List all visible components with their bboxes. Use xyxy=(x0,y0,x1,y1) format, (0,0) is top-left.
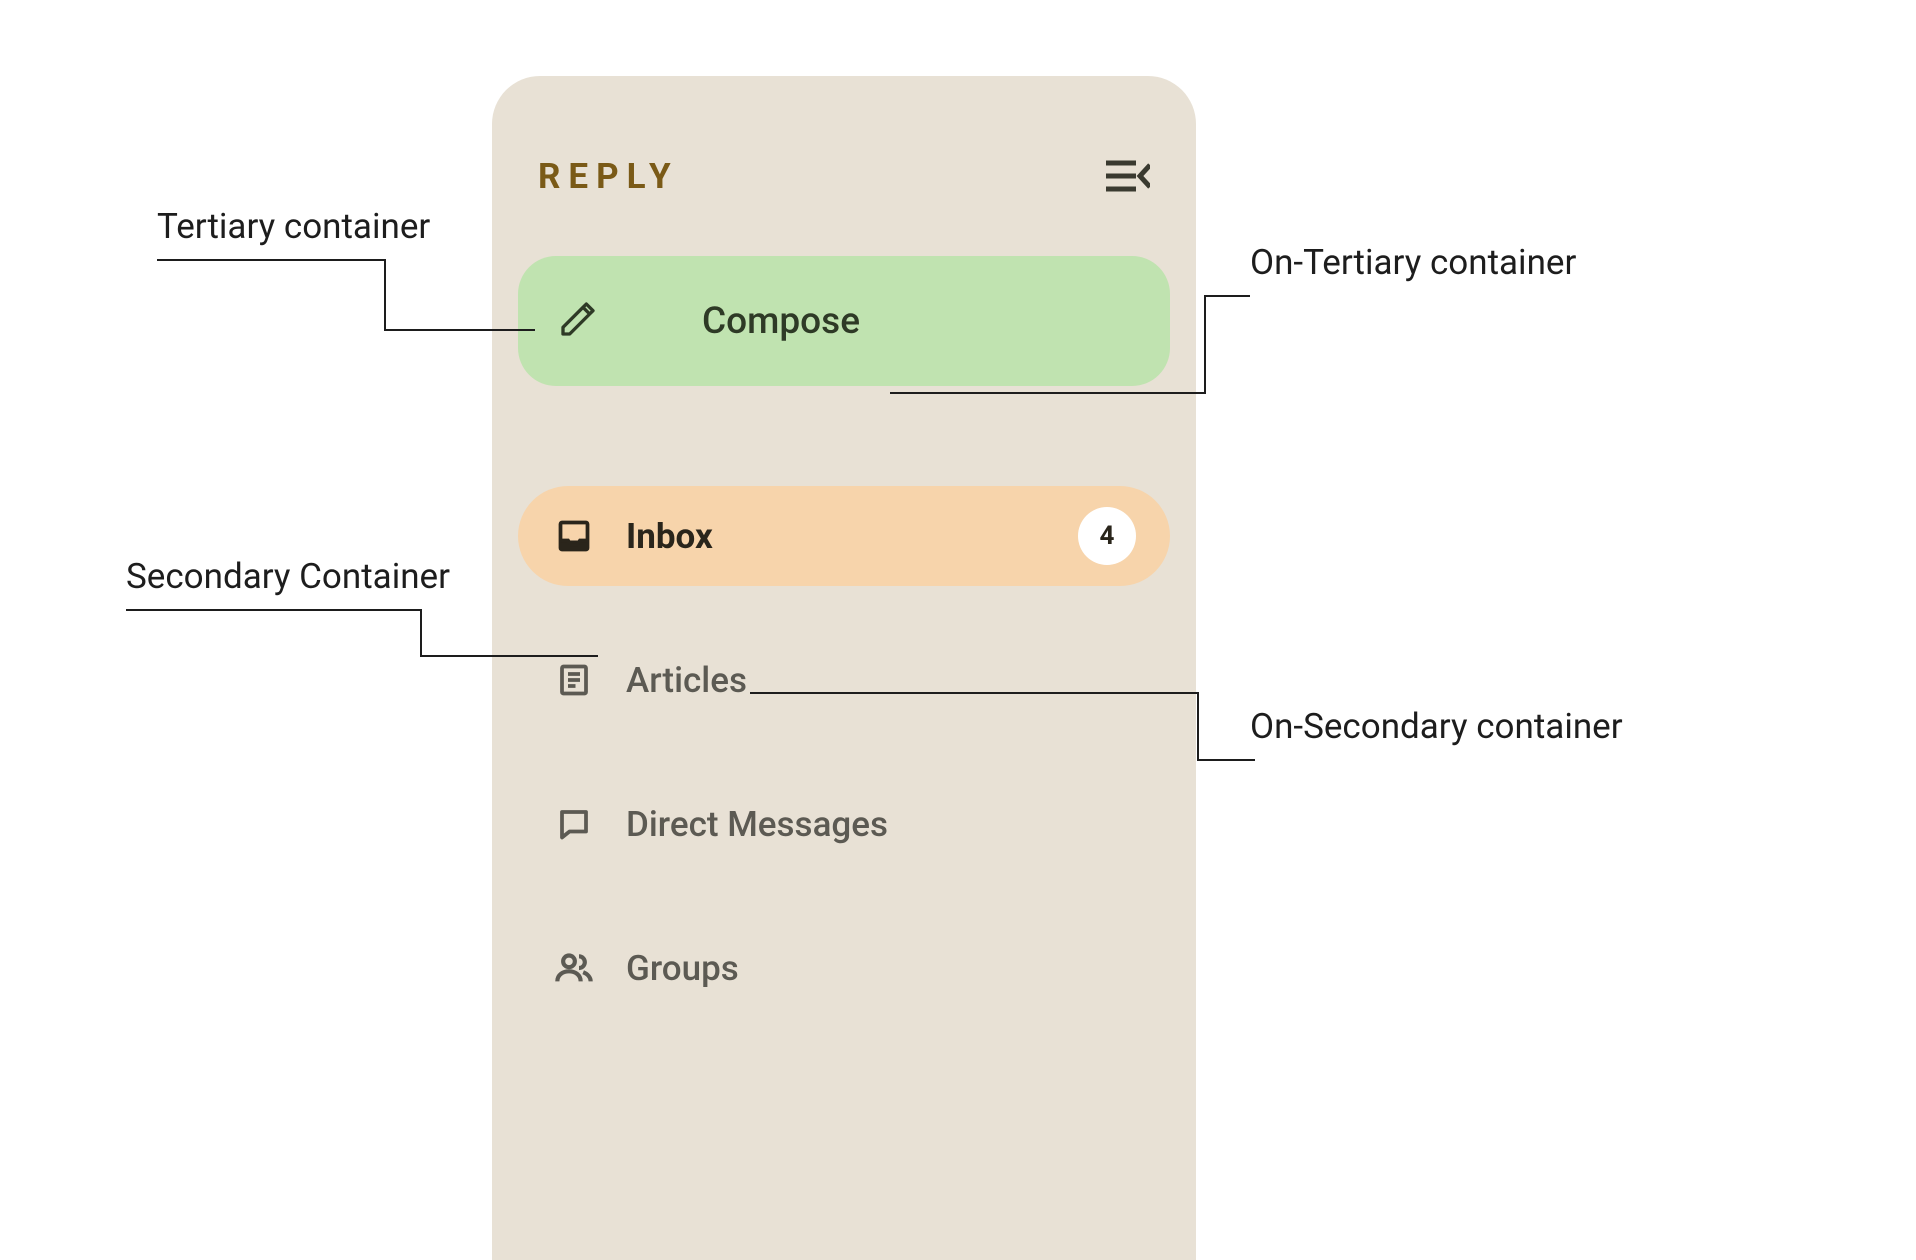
connector-line xyxy=(126,610,601,660)
nav-item-label: Direct Messages xyxy=(626,804,1136,845)
navigation-drawer: REPLY Compose xyxy=(492,76,1196,1260)
connector-line xyxy=(157,260,537,340)
chat-icon xyxy=(552,806,596,842)
inbox-icon xyxy=(552,518,596,554)
annotation-label: On-Tertiary container xyxy=(1250,242,1576,283)
nav-item-groups[interactable]: Groups xyxy=(518,918,1170,1018)
compose-label: Compose xyxy=(702,300,860,343)
count-value: 4 xyxy=(1100,521,1115,551)
annotation-label: Tertiary container xyxy=(157,206,430,247)
annotation-label: On-Secondary container xyxy=(1250,706,1623,747)
nav-item-direct-messages[interactable]: Direct Messages xyxy=(518,774,1170,874)
count-badge: 4 xyxy=(1078,507,1136,565)
annotation-label: Secondary Container xyxy=(126,556,450,597)
pencil-icon xyxy=(558,299,598,343)
nav-item-label: Inbox xyxy=(626,516,1048,557)
brand-label: REPLY xyxy=(538,156,679,197)
connector-line xyxy=(890,296,1260,406)
annotation-secondary-container: Secondary Container xyxy=(126,556,450,597)
article-icon xyxy=(552,662,596,698)
menu-open-icon[interactable] xyxy=(1106,159,1150,193)
drawer-header: REPLY xyxy=(518,136,1170,216)
nav-item-inbox[interactable]: Inbox 4 xyxy=(518,486,1170,586)
annotation-tertiary-container: Tertiary container xyxy=(157,206,430,247)
nav-item-label: Groups xyxy=(626,948,1136,989)
groups-icon xyxy=(552,948,596,988)
connector-line xyxy=(750,693,1260,763)
annotation-on-tertiary-container: On-Tertiary container xyxy=(1250,242,1576,283)
annotation-on-secondary-container: On-Secondary container xyxy=(1250,706,1623,747)
